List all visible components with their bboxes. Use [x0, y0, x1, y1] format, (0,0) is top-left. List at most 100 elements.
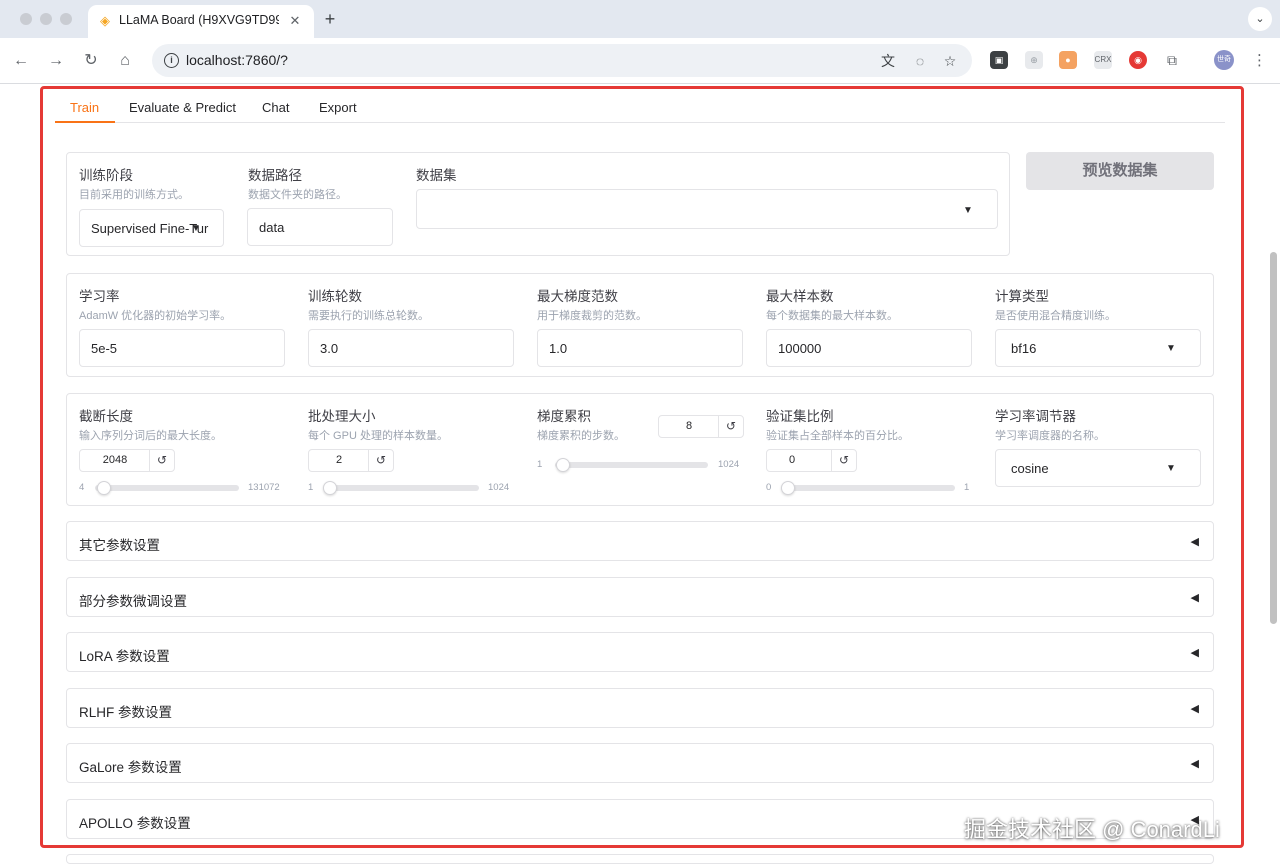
new-tab-icon[interactable]: +	[320, 9, 340, 29]
stage-dropdown[interactable]: Supervised Fine-Tur	[79, 209, 224, 247]
window-zoom-button[interactable]	[60, 13, 72, 25]
grad-accum-value[interactable]: 8	[659, 420, 719, 432]
batch-size-number[interactable]: 2 ↺	[308, 449, 394, 472]
grad-accum-slider-thumb[interactable]	[555, 458, 570, 472]
batch-size-slider[interactable]	[323, 485, 479, 491]
lr-scheduler-label: 学习率调节器	[995, 409, 1076, 424]
accordion-label: LoRA 参数设置	[79, 649, 170, 664]
accordion-rlhf[interactable]: RLHF 参数设置 ◀	[66, 688, 1214, 728]
browser-tab-bar: ◈ LLaMA Board (H9XVG9TD99 ✕ + ⌄	[0, 0, 1280, 38]
site-info-icon[interactable]: i	[164, 53, 179, 68]
batch-size-label: 批处理大小	[308, 409, 376, 424]
max-samples-input[interactable]: 100000	[766, 329, 972, 367]
accordion-label: 其它参数设置	[79, 538, 160, 553]
avatar[interactable]: 世奇	[1214, 50, 1234, 70]
page-scrollbar[interactable]	[1270, 252, 1277, 624]
accordion-galore[interactable]: GaLore 参数设置 ◀	[66, 743, 1214, 783]
cutoff-len-value[interactable]: 2048	[80, 454, 150, 466]
learning-rate-info: AdamW 优化器的初始学习率。	[79, 310, 232, 322]
lr-scheduler-info: 学习率调度器的名称。	[995, 430, 1105, 442]
num-epochs-value: 3.0	[320, 341, 339, 356]
val-size-label: 验证集比例	[766, 409, 834, 424]
back-arrow-icon[interactable]: ←	[10, 50, 32, 72]
chevron-down-icon[interactable]: ▼	[191, 223, 201, 234]
accordion-label: APOLLO 参数设置	[79, 816, 191, 831]
close-tab-icon[interactable]: ✕	[286, 12, 304, 30]
accordion-lora[interactable]: LoRA 参数设置 ◀	[66, 632, 1214, 672]
window-close-button[interactable]	[20, 13, 32, 25]
reload-icon[interactable]: ↻	[80, 50, 102, 72]
dataset-dir-info: 数据文件夹的路径。	[248, 189, 347, 201]
browser-menu-icon[interactable]: ⋮	[1252, 50, 1267, 72]
caret-left-icon[interactable]: ◀	[1191, 535, 1199, 548]
val-size-slider[interactable]	[781, 485, 955, 491]
max-grad-norm-info: 用于梯度裁剪的范数。	[537, 310, 647, 322]
batch-size-info: 每个 GPU 处理的样本数量。	[308, 430, 448, 442]
reset-icon[interactable]: ↺	[149, 450, 174, 471]
caret-left-icon[interactable]: ◀	[1191, 702, 1199, 715]
caret-left-icon[interactable]: ◀	[1191, 591, 1199, 604]
extension-icon[interactable]: ●	[1059, 51, 1077, 69]
grad-accum-number[interactable]: 8 ↺	[658, 415, 744, 438]
address-url[interactable]: localhost:7860/?	[186, 52, 288, 68]
max-grad-norm-label: 最大梯度范数	[537, 289, 618, 304]
extension-icon[interactable]: ⊕	[1025, 51, 1043, 69]
reset-icon[interactable]: ↺	[718, 416, 743, 437]
window-minimize-button[interactable]	[40, 13, 52, 25]
chevron-down-icon[interactable]: ▼	[963, 205, 973, 216]
max-samples-label: 最大样本数	[766, 289, 834, 304]
caret-left-icon[interactable]: ◀	[1191, 646, 1199, 659]
forward-arrow-icon[interactable]: →	[45, 50, 67, 72]
translate-icon[interactable]: 文	[878, 51, 898, 71]
tab-evaluate-predict[interactable]: Evaluate & Predict	[129, 100, 236, 115]
max-grad-norm-input[interactable]: 1.0	[537, 329, 743, 367]
dataset-dir-label: 数据路径	[248, 168, 302, 183]
preview-dataset-button[interactable]: 预览数据集	[1026, 152, 1214, 190]
chevron-down-icon[interactable]: ▼	[1166, 343, 1176, 354]
browser-tab[interactable]: ◈ LLaMA Board (H9XVG9TD99 ✕	[88, 5, 314, 38]
val-size-info: 验证集占全部样本的百分比。	[766, 430, 909, 442]
val-size-min: 0	[766, 482, 772, 493]
val-size-number[interactable]: 0 ↺	[766, 449, 857, 472]
reset-icon[interactable]: ↺	[831, 450, 856, 471]
cutoff-len-slider[interactable]	[95, 485, 239, 491]
extensions-puzzle-icon[interactable]: ⧉	[1163, 51, 1181, 69]
crx-extension-icon[interactable]: CRX	[1094, 51, 1112, 69]
extension-icon[interactable]: ◉	[1129, 51, 1147, 69]
cutoff-len-slider-thumb[interactable]	[97, 481, 112, 495]
home-icon[interactable]: ⌂	[114, 50, 136, 72]
cutoff-len-number[interactable]: 2048 ↺	[79, 449, 175, 472]
dataset-dropdown[interactable]	[416, 189, 998, 229]
accordion-freeze[interactable]: 部分参数微调设置 ◀	[66, 577, 1214, 617]
accordion-extra-args[interactable]: 其它参数设置 ◀	[66, 521, 1214, 561]
chevron-down-icon[interactable]: ▼	[1166, 463, 1176, 474]
tab-chat[interactable]: Chat	[262, 100, 289, 115]
batch-size-slider-thumb[interactable]	[323, 481, 338, 495]
caret-left-icon[interactable]: ◀	[1191, 757, 1199, 770]
accordion-next[interactable]	[66, 854, 1214, 864]
cutoff-len-info: 输入序列分词后的最大长度。	[79, 430, 222, 442]
max-samples-value: 100000	[778, 341, 822, 356]
learning-rate-label: 学习率	[79, 289, 120, 304]
bookmark-star-icon[interactable]: ☆	[940, 51, 960, 71]
dataset-dir-input[interactable]: data	[247, 208, 393, 246]
accordion-label: RLHF 参数设置	[79, 705, 173, 720]
dataset-label: 数据集	[416, 168, 457, 183]
cutoff-len-max: 131072	[248, 482, 280, 493]
grad-accum-slider[interactable]	[555, 462, 708, 468]
tab-train[interactable]: Train	[70, 100, 99, 115]
extension-icon[interactable]: ▣	[990, 51, 1008, 69]
reset-icon[interactable]: ↺	[368, 450, 393, 471]
length-batch-panel: 截断长度 输入序列分词后的最大长度。 2048 ↺ 4 131072 批处理大小…	[66, 393, 1214, 506]
val-size-slider-thumb[interactable]	[781, 481, 795, 495]
tab-search-icon[interactable]: ⌄	[1248, 7, 1272, 31]
num-epochs-input[interactable]: 3.0	[308, 329, 514, 367]
grad-accum-max: 1024	[718, 459, 740, 470]
tab-export[interactable]: Export	[319, 100, 357, 115]
val-size-value[interactable]: 0	[767, 454, 817, 466]
learning-rate-input[interactable]: 5e-5	[79, 329, 285, 367]
address-bar[interactable]: i localhost:7860/? 文 ◌ ☆	[152, 44, 972, 77]
compute-type-label: 计算类型	[995, 289, 1049, 304]
eye-off-icon[interactable]: ◌	[910, 51, 930, 71]
batch-size-value[interactable]: 2	[309, 454, 369, 466]
